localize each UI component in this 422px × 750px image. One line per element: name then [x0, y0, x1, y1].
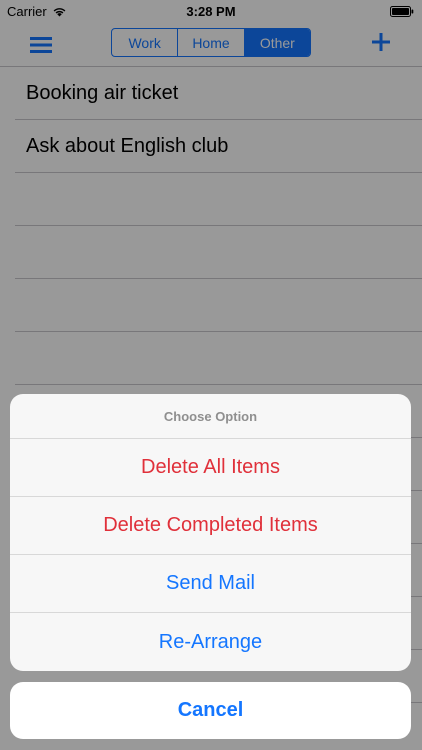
- rearrange-button[interactable]: Re-Arrange: [10, 613, 411, 671]
- delete-all-items-button[interactable]: Delete All Items: [10, 439, 411, 497]
- action-sheet: Choose Option Delete All Items Delete Co…: [10, 394, 411, 671]
- app-screen: Carrier 3:28 PM Work Home Other Booking …: [0, 0, 422, 750]
- action-sheet-title: Choose Option: [10, 394, 411, 439]
- delete-completed-items-button[interactable]: Delete Completed Items: [10, 497, 411, 555]
- cancel-button[interactable]: Cancel: [10, 682, 411, 739]
- send-mail-button[interactable]: Send Mail: [10, 555, 411, 613]
